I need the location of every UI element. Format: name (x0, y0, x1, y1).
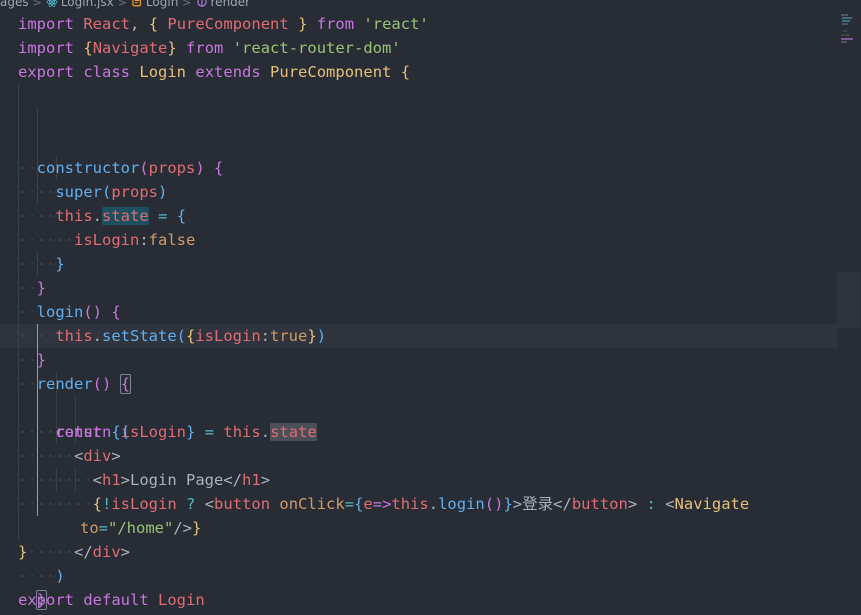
code-line[interactable]: ··constructor(props) { (0, 84, 861, 177)
class-icon (131, 0, 143, 8)
code-line[interactable]: export default Login (0, 588, 861, 612)
code-line[interactable]: ····super(props) (0, 108, 861, 201)
breadcrumb-label-class: Login (145, 0, 179, 9)
breadcrumb-item-folder[interactable]: ages (0, 0, 29, 9)
selected-token-state: state (102, 207, 149, 225)
breadcrumb-label-file: Login.jsx (60, 0, 114, 9)
breadcrumb-label-folder: ages (0, 0, 29, 9)
breadcrumb-separator: > (32, 0, 42, 9)
breadcrumb-separator: > (117, 0, 127, 9)
react-icon (46, 0, 58, 8)
minimap[interactable] (837, 0, 861, 615)
code-line[interactable]: ····this.state = { (0, 132, 861, 225)
breadcrumb-separator: > (182, 0, 192, 9)
code-line[interactable]: ········<h1>Login Page</h1> (0, 396, 861, 489)
bracket-match-open: { (119, 374, 132, 394)
breadcrumb[interactable]: ages > Login.jsx > Login > render (0, 0, 861, 12)
breadcrumb-label-method: render (210, 0, 251, 9)
code-line[interactable]: } (0, 540, 861, 564)
code-line[interactable]: import React, { PureComponent } from 're… (0, 12, 861, 36)
method-icon (196, 0, 208, 8)
breadcrumb-item-method[interactable]: render (196, 0, 251, 9)
minimap-slider[interactable] (837, 272, 861, 328)
code-line[interactable]: export class Login extends PureComponent… (0, 60, 861, 84)
breadcrumb-item-class[interactable]: Login (131, 0, 178, 9)
code-editor-content[interactable]: import React, { PureComponent } from 're… (0, 12, 861, 615)
vscode-editor-window: ages > Login.jsx > Login > render import… (0, 0, 861, 615)
code-line[interactable]: import {Navigate} from 'react-router-dom… (0, 36, 861, 60)
breadcrumb-item-file[interactable]: Login.jsx (46, 0, 114, 9)
